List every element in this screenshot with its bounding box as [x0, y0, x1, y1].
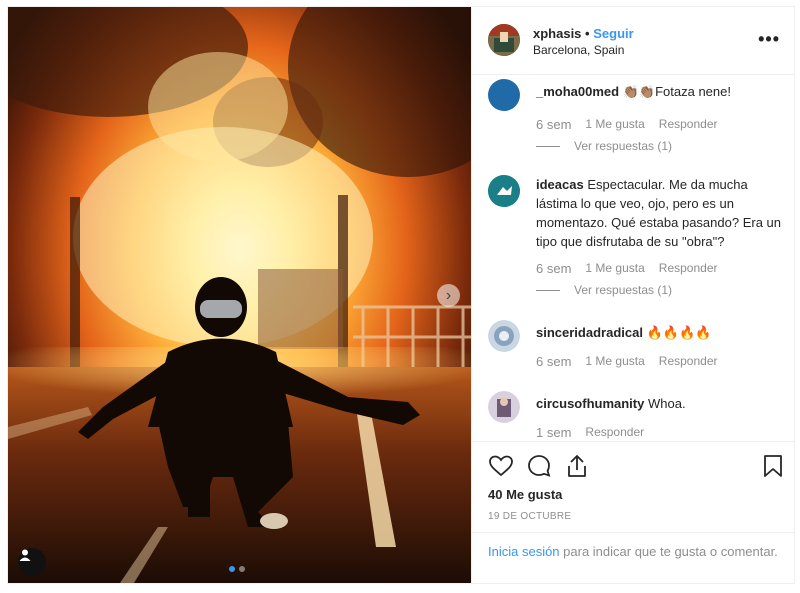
comments-list[interactable]: _moha00med 👏🏽👏🏽Fotaza nene! 6 sem 1 Me g…: [472, 75, 795, 441]
view-replies-button[interactable]: Ver respuestas (1): [536, 283, 672, 297]
view-replies-label: Ver respuestas (1): [574, 283, 673, 297]
actions-divider: [472, 441, 795, 442]
post-date: 19 DE OCTUBRE: [488, 511, 572, 522]
commenter-avatar[interactable]: [488, 175, 520, 207]
comment-likes[interactable]: 1 Me gusta: [585, 261, 644, 276]
save-bookmark-icon[interactable]: [760, 453, 786, 479]
post-header: xphasis • Seguir Barcelona, Spain •••: [472, 7, 795, 75]
post-location[interactable]: Barcelona, Spain: [533, 43, 624, 57]
comment-bubble-icon[interactable]: [526, 453, 552, 479]
carousel-dot: [239, 566, 245, 572]
carousel-indicator: [229, 566, 245, 572]
user-tag-icon: [19, 549, 31, 561]
more-options-icon[interactable]: •••: [758, 29, 780, 50]
comment-likes[interactable]: 1 Me gusta: [585, 117, 644, 132]
comment-time[interactable]: 1 sem: [536, 425, 571, 440]
comment-likes[interactable]: 1 Me gusta: [585, 354, 644, 369]
view-replies-label: Ver respuestas (1): [574, 139, 673, 153]
post-actions: [488, 453, 782, 481]
reply-button[interactable]: Responder: [659, 117, 718, 132]
commenter-avatar[interactable]: [488, 79, 520, 111]
likes-count[interactable]: 40 Me gusta: [488, 487, 562, 502]
reply-button[interactable]: Responder: [585, 425, 644, 440]
follow-button[interactable]: Seguir: [593, 26, 633, 41]
comment-username[interactable]: circusofhumanity: [536, 396, 644, 411]
comment-username[interactable]: sinceridadradical: [536, 325, 643, 340]
fire-scene-illustration: [8, 7, 471, 583]
post-sidebar: xphasis • Seguir Barcelona, Spain ••• _m…: [471, 7, 795, 583]
next-photo-button[interactable]: ›: [437, 284, 460, 307]
author-username[interactable]: xphasis: [533, 26, 581, 41]
comment-text: 👏🏽👏🏽Fotaza nene!: [622, 84, 731, 99]
reply-button[interactable]: Responder: [659, 261, 718, 276]
login-divider: [472, 532, 795, 533]
view-replies-button[interactable]: Ver respuestas (1): [536, 139, 672, 153]
commenter-avatar[interactable]: [488, 320, 520, 352]
comment-username[interactable]: ideacas: [536, 177, 584, 192]
comment-time[interactable]: 6 sem: [536, 354, 571, 369]
tagged-users-button[interactable]: [18, 548, 46, 576]
post-modal: › xphasis • Seguir Barcelona, Spain ••• …: [7, 6, 795, 584]
commenter-avatar[interactable]: [488, 391, 520, 423]
like-heart-icon[interactable]: [488, 453, 514, 479]
chevron-right-icon: ›: [445, 286, 452, 304]
comment-text: 🔥🔥🔥🔥: [646, 325, 712, 340]
post-photo[interactable]: ›: [8, 7, 471, 583]
carousel-dot-active: [229, 566, 235, 572]
author-avatar-image: [488, 24, 520, 56]
comment-time[interactable]: 6 sem: [536, 117, 571, 132]
reply-button[interactable]: Responder: [659, 354, 718, 369]
comment-username[interactable]: _moha00med: [536, 84, 619, 99]
comment-text: Whoa.: [647, 396, 686, 411]
header-separator: •: [585, 26, 590, 41]
commenter-avatar-image: [488, 391, 520, 423]
login-prompt-text: para indicar que te gusta o comentar.: [559, 544, 778, 559]
author-avatar[interactable]: [488, 24, 520, 56]
share-icon[interactable]: [564, 453, 590, 479]
replies-divider: [536, 289, 560, 291]
commenter-avatar-image: [488, 175, 520, 207]
login-link[interactable]: Inicia sesión: [488, 544, 560, 559]
login-prompt: Inicia sesión para indicar que te gusta …: [488, 542, 783, 561]
commenter-avatar-image: [488, 320, 520, 352]
replies-divider: [536, 145, 560, 147]
comment-time[interactable]: 6 sem: [536, 261, 571, 276]
